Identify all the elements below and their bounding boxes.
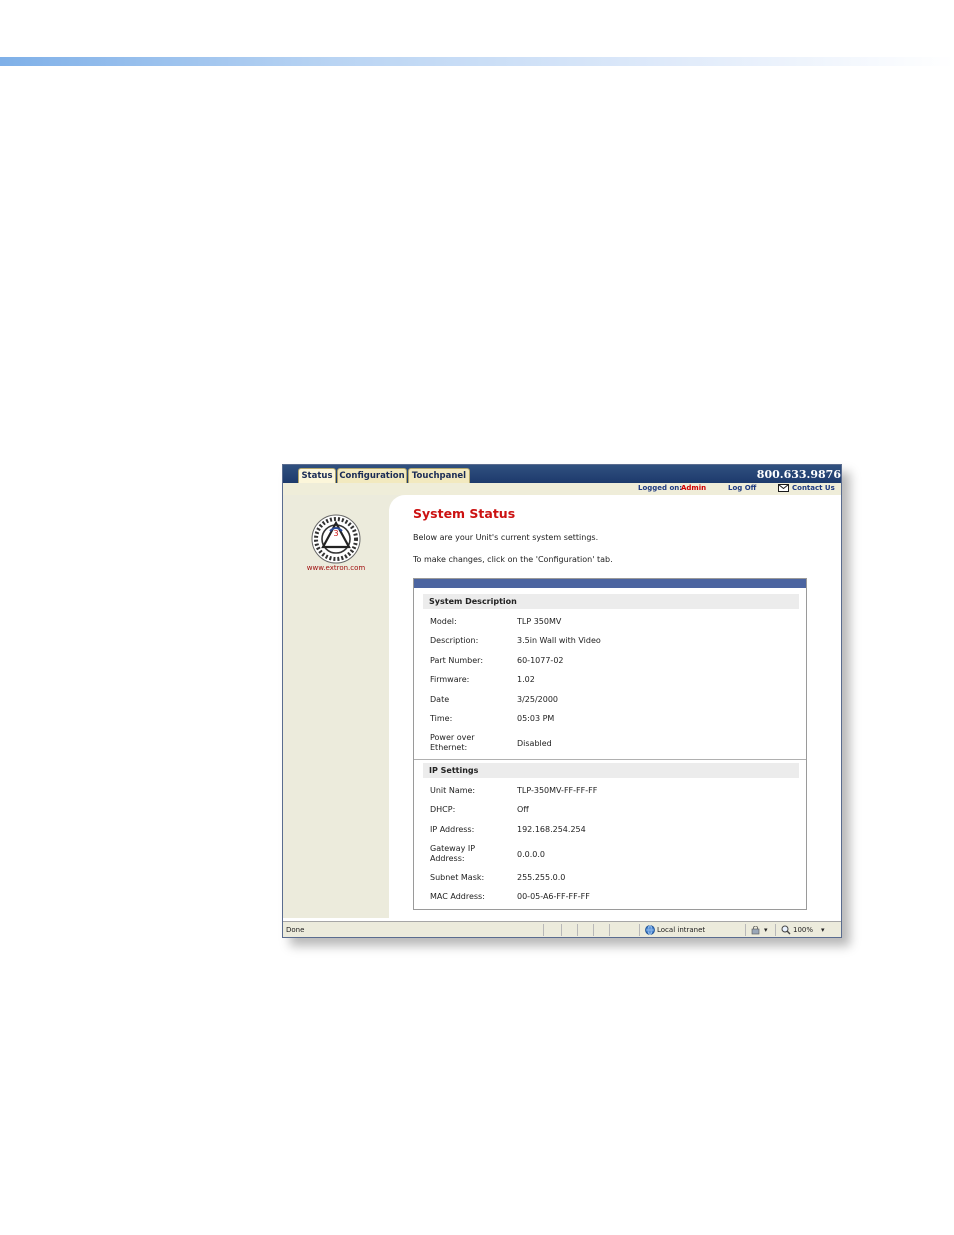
svg-text:3: 3 <box>333 529 338 538</box>
user-bar: Logged on: Admin Log Off Contact Us <box>283 483 841 495</box>
status-separator <box>609 924 610 936</box>
browser-screenshot: Status Configuration Touchpanel 800.633.… <box>282 464 842 938</box>
service-support-solutions-logo-icon: 3 <box>311 514 361 564</box>
tab-touchpanel[interactable]: Touchpanel <box>408 468 470 483</box>
instruction-text: To make changes, click on the 'Configura… <box>413 555 613 564</box>
row-value: 255.255.0.0 <box>517 873 566 882</box>
zoom-icon[interactable] <box>781 925 791 935</box>
status-separator <box>543 924 544 936</box>
globe-icon <box>645 925 655 935</box>
row-value: 1.02 <box>517 675 535 684</box>
logged-on-user: Admin <box>681 484 707 492</box>
status-text: Done <box>286 926 305 934</box>
main-content: System Status Below are your Unit's curr… <box>389 495 841 918</box>
status-separator <box>639 924 640 936</box>
protected-mode-icon[interactable] <box>751 926 760 935</box>
logged-on-label: Logged on: <box>638 484 683 492</box>
row-label: Power over Ethernet: <box>430 733 475 752</box>
status-separator <box>561 924 562 936</box>
chevron-down-icon[interactable]: ▾ <box>821 922 825 937</box>
row-label: Gateway IP Address: <box>430 844 476 863</box>
row-label: Model: <box>430 617 457 626</box>
row-label: Description: <box>430 636 479 645</box>
zoom-level[interactable]: 100% <box>793 922 813 937</box>
contact-us-link[interactable]: Contact Us <box>792 484 835 492</box>
tab-status[interactable]: Status <box>298 468 336 483</box>
status-separator <box>577 924 578 936</box>
status-panel: System Description Model: TLP 350MV Desc… <box>413 578 807 910</box>
row-value: 05:03 PM <box>517 714 555 723</box>
row-label: Part Number: <box>430 656 484 665</box>
status-separator <box>775 924 776 936</box>
sidebar: 3 www.extron.com <box>283 495 389 918</box>
row-label: Firmware: <box>430 675 470 684</box>
system-description-heading: System Description <box>423 594 799 609</box>
chevron-down-icon[interactable]: ▾ <box>764 922 768 937</box>
row-value: Off <box>517 805 529 814</box>
status-separator <box>593 924 594 936</box>
row-label: MAC Address: <box>430 892 485 901</box>
security-zone-text: Local intranet <box>657 926 706 934</box>
page-title: System Status <box>413 506 516 521</box>
row-label: DHCP: <box>430 805 456 814</box>
row-value: 192.168.254.254 <box>517 825 586 834</box>
row-label: Time: <box>430 714 453 723</box>
tab-configuration[interactable]: Configuration <box>337 468 407 483</box>
row-value: TLP 350MV <box>517 617 562 626</box>
row-value: 00-05-A6-FF-FF-FF <box>517 892 590 901</box>
panel-header-bar <box>414 579 806 588</box>
row-value: Disabled <box>517 739 552 748</box>
phone-number: 800.633.9876 <box>756 468 841 481</box>
tab-bar: Status Configuration Touchpanel 800.633.… <box>283 465 841 483</box>
row-label: IP Address: <box>430 825 475 834</box>
intro-text: Below are your Unit's current system set… <box>413 533 599 542</box>
logoff-link[interactable]: Log Off <box>728 484 756 492</box>
browser-status-bar: Done Local intranet ▾ 100% ▾ <box>283 921 841 937</box>
row-value: 0.0.0.0 <box>517 850 545 859</box>
section-divider <box>414 759 806 760</box>
row-label: Unit Name: <box>430 786 476 795</box>
row-value: 3.5in Wall with Video <box>517 636 601 645</box>
envelope-icon[interactable] <box>778 484 789 492</box>
status-separator <box>745 924 746 936</box>
row-value: TLP-350MV-FF-FF-FF <box>517 786 598 795</box>
page-header-band <box>0 57 954 66</box>
website-link[interactable]: www.extron.com <box>283 564 389 572</box>
row-value: 3/25/2000 <box>517 695 559 704</box>
row-label: Date <box>430 695 450 704</box>
ip-settings-heading: IP Settings <box>423 763 799 778</box>
row-label: Subnet Mask: <box>430 873 485 882</box>
row-value: 60-1077-02 <box>517 656 564 665</box>
